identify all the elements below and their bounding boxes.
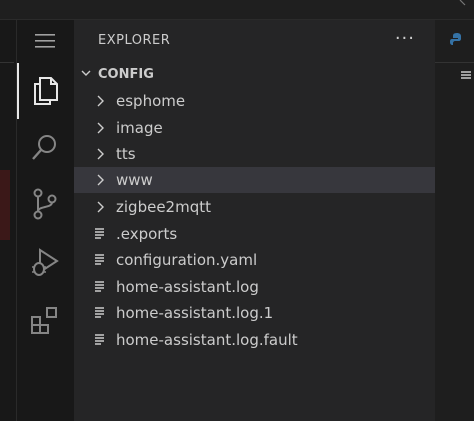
hamburger-menu-icon bbox=[35, 34, 55, 48]
file-lines-icon bbox=[95, 307, 104, 318]
workspace-root-label: CONFIG bbox=[98, 66, 154, 82]
tree-item-label: tts bbox=[116, 145, 136, 163]
tree-item-label: configuration.yaml bbox=[116, 251, 258, 269]
explorer-title: EXPLORER bbox=[98, 32, 171, 48]
explorer-view-button[interactable] bbox=[17, 63, 73, 119]
tree-item-label: home-assistant.log.1 bbox=[116, 304, 274, 322]
tree-item-label: .exports bbox=[116, 225, 178, 243]
file-lines-icon bbox=[95, 334, 104, 345]
tree-item-label: www bbox=[116, 171, 153, 189]
workspace-root-folder[interactable]: CONFIG bbox=[74, 62, 435, 86]
tree-file-home-assistant-log-1[interactable]: home-assistant.log.1 bbox=[74, 300, 435, 326]
tree-item-label: esphome bbox=[116, 92, 186, 110]
source-control-icon bbox=[33, 188, 57, 220]
chevron-right-icon bbox=[97, 148, 104, 160]
outline-lines-icon bbox=[461, 71, 471, 79]
tree-file-exports[interactable]: .exports bbox=[74, 221, 435, 247]
tree-file-configuration-yaml[interactable]: configuration.yaml bbox=[74, 247, 435, 273]
chevron-right-icon bbox=[97, 201, 104, 213]
file-lines-icon bbox=[95, 254, 104, 265]
tree-folder-tts[interactable]: tts bbox=[74, 141, 435, 167]
activity-bar bbox=[17, 20, 73, 421]
tree-item-label: home-assistant.log bbox=[116, 278, 259, 296]
file-lines-icon bbox=[95, 228, 104, 239]
explorer-header: EXPLORER ··· bbox=[74, 20, 435, 60]
tree-file-home-assistant-log[interactable]: home-assistant.log bbox=[74, 274, 435, 300]
extensions-icon bbox=[31, 307, 57, 334]
files-icon bbox=[34, 77, 58, 105]
title-bar bbox=[0, 0, 474, 20]
chevron-right-icon bbox=[97, 95, 104, 107]
tree-file-home-assistant-log-fault[interactable]: home-assistant.log.fault bbox=[74, 327, 435, 353]
python-icon bbox=[450, 33, 461, 45]
tree-folder-www[interactable]: www bbox=[74, 167, 435, 193]
left-window-edge bbox=[0, 20, 17, 421]
chevron-right-icon bbox=[97, 174, 104, 186]
file-lines-icon bbox=[95, 281, 104, 292]
chevron-down-icon bbox=[81, 70, 91, 76]
chevron-right-icon bbox=[97, 122, 104, 134]
tree-folder-image[interactable]: image bbox=[74, 115, 435, 141]
search-view-button[interactable] bbox=[17, 123, 73, 171]
search-icon bbox=[32, 135, 56, 160]
tree-item-label: zigbee2mqtt bbox=[116, 198, 211, 216]
run-debug-icon bbox=[32, 248, 59, 276]
more-actions-button[interactable]: ··· bbox=[395, 30, 415, 48]
window-control-icon[interactable] bbox=[458, 0, 468, 10]
tree-folder-esphome[interactable]: esphome bbox=[74, 88, 435, 114]
tree-item-label: image bbox=[116, 119, 163, 137]
tree-item-label: home-assistant.log.fault bbox=[116, 331, 298, 349]
menu-button[interactable] bbox=[17, 20, 73, 62]
editor-tab[interactable] bbox=[435, 20, 474, 63]
editor-area bbox=[435, 20, 474, 421]
extensions-view-button[interactable] bbox=[17, 296, 73, 344]
explorer-sidebar: EXPLORER ··· CONFIG esphome image tts ww… bbox=[74, 20, 435, 421]
tree-folder-zigbee2mqtt[interactable]: zigbee2mqtt bbox=[74, 194, 435, 220]
run-debug-view-button[interactable] bbox=[17, 238, 73, 286]
edge-accent bbox=[0, 170, 10, 240]
source-control-view-button[interactable] bbox=[17, 180, 73, 228]
